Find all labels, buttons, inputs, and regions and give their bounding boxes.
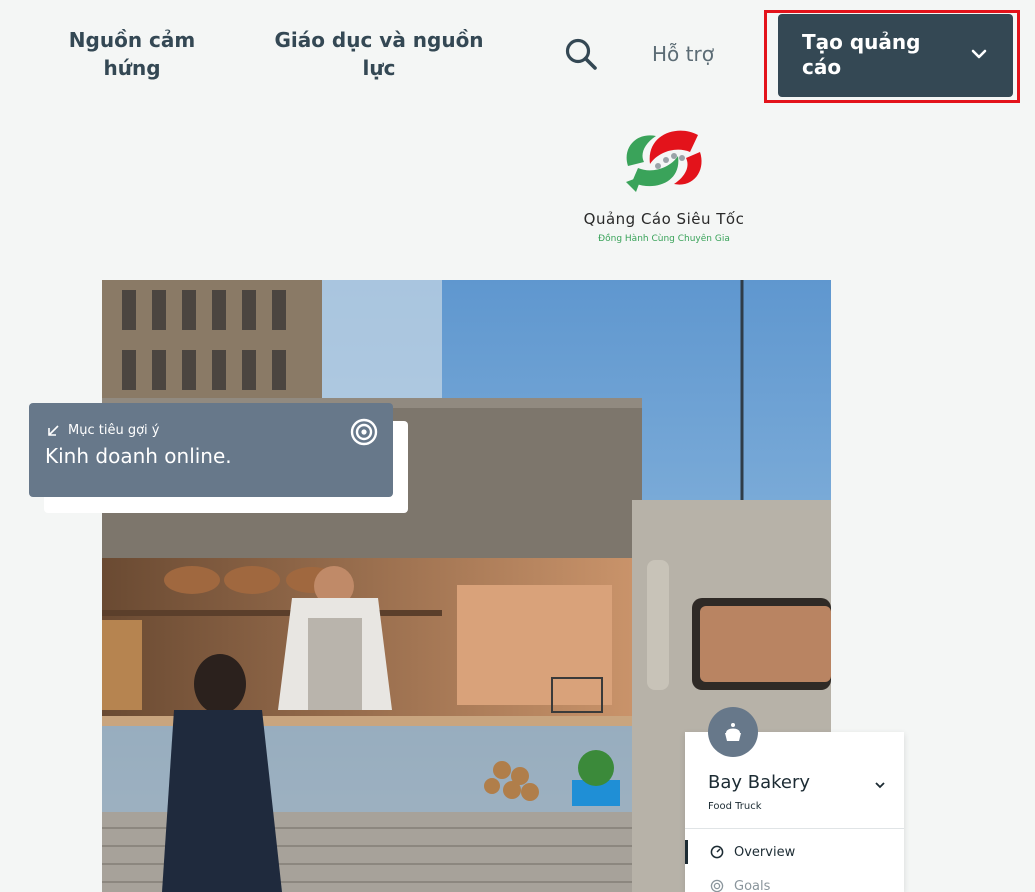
- goal-label: Mục tiêu gợi ý: [68, 423, 160, 438]
- target-icon: [710, 879, 724, 892]
- menu-item-overview[interactable]: Overview: [685, 840, 904, 864]
- business-panel: Bay Bakery Food Truck Overview Goals: [685, 732, 904, 892]
- arrow-down-left-icon: [48, 424, 59, 436]
- logo-subtitle: Đồng Hành Cùng Chuyên Gia: [598, 234, 730, 244]
- menu-item-goals[interactable]: Goals: [685, 874, 904, 892]
- create-ad-label: Tạo quảng cáo: [802, 30, 921, 79]
- goal-value: Kinh doanh online.: [45, 444, 232, 468]
- business-avatar: [708, 707, 758, 757]
- chevron-down-icon[interactable]: [874, 779, 886, 791]
- gauge-icon: [710, 845, 724, 859]
- cake-icon: [725, 723, 741, 741]
- menu-item-label: Goals: [734, 878, 771, 892]
- nav-link-inspiration[interactable]: Nguồn cảm hứng: [52, 26, 212, 82]
- create-ad-button[interactable]: Tạo quảng cáo: [778, 14, 1013, 97]
- divider: [685, 828, 904, 829]
- nav-link-education[interactable]: Giáo dục và nguồn lực: [270, 26, 488, 82]
- suggested-goal-card: Mục tiêu gợi ý Kinh doanh online.: [29, 403, 393, 497]
- menu-item-label: Overview: [734, 844, 796, 860]
- search-icon[interactable]: [564, 37, 598, 71]
- brand-logo: Quảng Cáo Siêu Tốc Đồng Hành Cùng Chuyên…: [566, 126, 762, 252]
- logo-title: Quảng Cáo Siêu Tốc: [583, 210, 745, 228]
- business-name: Bay Bakery: [708, 772, 811, 793]
- chevron-down-icon: [971, 49, 987, 59]
- logo-mark-icon: [626, 130, 702, 192]
- target-icon: [350, 418, 378, 446]
- business-type: Food Truck: [708, 801, 762, 812]
- nav-link-support[interactable]: Hỗ trợ: [652, 40, 714, 68]
